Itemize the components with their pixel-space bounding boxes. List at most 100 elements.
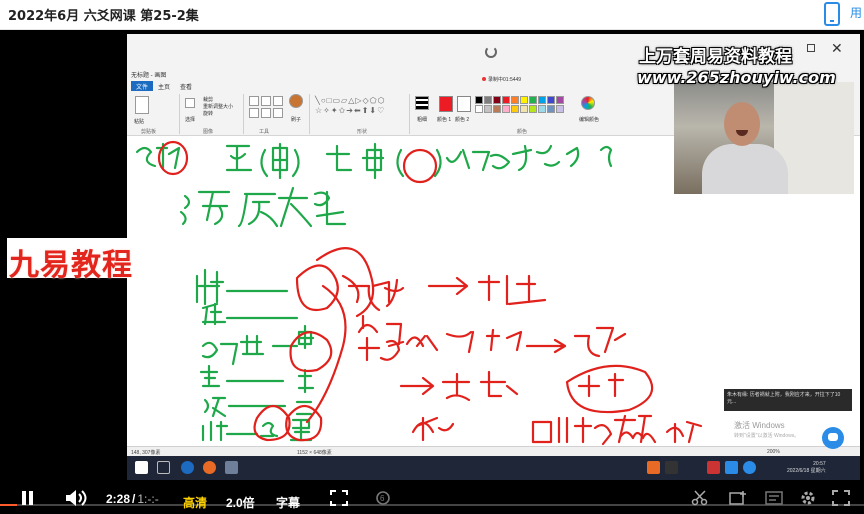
video-frame: ✕ 无标题 - 画图 录制中01:5449 文件 主页 查看 粘贴 剪贴板 选择… xyxy=(127,34,860,480)
paste-label: 粘贴 xyxy=(134,119,145,125)
color-swatch xyxy=(502,96,510,104)
start-icon xyxy=(135,461,148,474)
color-picker-icon xyxy=(261,108,271,118)
green-glyph xyxy=(225,368,315,394)
volume-icon[interactable] xyxy=(64,489,88,507)
danmaku-icon[interactable] xyxy=(765,490,783,506)
green-glyph xyxy=(445,144,580,172)
green-glyph xyxy=(195,268,225,306)
color-swatch xyxy=(529,96,537,104)
color-swatch xyxy=(511,105,519,113)
replay-icon[interactable]: 6 xyxy=(374,490,392,506)
paste-icon xyxy=(135,96,149,114)
ime-icon xyxy=(665,461,678,474)
color-swatch xyxy=(556,96,564,104)
red-glyph xyxy=(665,420,703,444)
group-divider xyxy=(243,94,244,134)
edit-colors-label: 编辑颜色 xyxy=(579,117,600,123)
magnifier-icon xyxy=(273,108,283,118)
taskbar-clock: 20:57 2022/6/18 星期六 xyxy=(787,461,826,474)
tray-icon xyxy=(743,461,756,474)
green-glyph xyxy=(259,421,279,438)
color-swatch xyxy=(547,105,555,113)
time-separator: / xyxy=(132,492,136,506)
green-glyph xyxy=(199,364,221,388)
green-glyph xyxy=(201,334,299,366)
color1-label: 颜色 1 xyxy=(437,117,452,123)
brush-label: 刷子 xyxy=(291,117,302,123)
select-icon xyxy=(185,98,195,108)
text-icon xyxy=(273,96,283,106)
red-circle-annotation xyxy=(565,364,654,414)
fullscreen-icon[interactable] xyxy=(832,490,850,506)
close-icon: ✕ xyxy=(831,40,843,56)
red-handwriting xyxy=(157,140,703,446)
color-swatch xyxy=(493,96,501,104)
green-glyph xyxy=(599,145,613,168)
group-colors: 颜色 xyxy=(517,129,528,135)
brush-icon xyxy=(289,94,303,108)
color-swatch xyxy=(538,96,546,104)
green-glyph xyxy=(225,144,253,172)
color-swatch xyxy=(511,96,519,104)
green-glyph xyxy=(325,142,385,180)
color-swatch xyxy=(529,105,537,113)
browser-icon xyxy=(181,461,194,474)
watermark-url: www.265zhouyiw.com xyxy=(637,68,836,87)
color-palette xyxy=(475,96,564,113)
green-glyph xyxy=(203,396,227,418)
pause-icon[interactable] xyxy=(21,491,35,505)
time-display: 2:28/1:-:- xyxy=(106,492,159,506)
resize-label: 重新调整大小 xyxy=(203,104,234,110)
windows-taskbar: 20:57 2022/6/18 星期六 xyxy=(127,456,860,480)
speed-button[interactable]: 2.0倍 xyxy=(226,494,255,511)
partial-text: 用 xyxy=(850,6,863,20)
brand-banner-text: 九易教程 xyxy=(9,248,133,283)
color-swatch xyxy=(475,96,483,104)
fullscreen-frame-icon[interactable] xyxy=(330,490,348,506)
green-glyph xyxy=(313,190,347,226)
green-glyph xyxy=(277,186,313,228)
video-player[interactable]: ✕ 无标题 - 画图 录制中01:5449 文件 主页 查看 粘贴 剪贴板 选择… xyxy=(0,30,864,514)
window-title-bar: 2022年6月 六爻网课 第25-2集 用 xyxy=(0,0,864,30)
tab-view: 查看 xyxy=(180,85,193,91)
color-swatch xyxy=(547,96,555,104)
recording-indicator: 录制中01:5449 xyxy=(482,76,521,83)
add-to-list-icon[interactable] xyxy=(729,490,747,506)
subtitle-button[interactable]: 字幕 xyxy=(276,494,300,511)
shapes-gallery-row2: ☆✧✦✩➔⬅⬆⬇♡ xyxy=(315,106,386,115)
scissors-icon[interactable] xyxy=(691,490,709,506)
color2-label: 颜色 2 xyxy=(455,117,470,123)
size-icon xyxy=(415,96,429,110)
red-arc xyxy=(315,247,375,318)
cursor-position: 148, 307像素 xyxy=(131,450,161,456)
color2-swatch xyxy=(457,96,471,112)
tray-icon xyxy=(725,461,738,474)
settings-icon[interactable] xyxy=(799,490,817,506)
red-glyph xyxy=(531,414,653,446)
pencil-icon xyxy=(249,96,259,106)
canvas-size: 1152 × 648像素 xyxy=(297,450,332,456)
activate-windows-subtitle: 转到"设置"以激活 Windows。 xyxy=(734,433,800,439)
loading-spinner-icon xyxy=(485,46,497,58)
group-image: 图像 xyxy=(203,129,214,135)
crop-label: 裁剪 xyxy=(203,97,214,103)
color-swatch xyxy=(520,96,528,104)
shapes-gallery: ╲○□▭▱△▷◇⬠⬡ xyxy=(315,96,386,105)
edit-colors-icon xyxy=(581,96,595,110)
red-circle-annotation xyxy=(402,148,438,184)
red-circle-annotation xyxy=(295,264,339,311)
notification-toast: 朱木有缘: 历者祸就上附，我刚应才来，开拉下了10元... xyxy=(724,389,852,411)
color-swatch xyxy=(493,105,501,113)
red-glyph xyxy=(411,416,455,442)
paint-tabs: 文件 主页 查看 xyxy=(131,81,197,91)
duration: 1:-:- xyxy=(137,492,159,506)
activate-windows-title: 激活 Windows xyxy=(734,421,785,430)
chat-button-icon[interactable] xyxy=(822,427,844,449)
app-icon xyxy=(203,461,216,474)
record-dot-icon xyxy=(482,77,486,81)
red-glyph xyxy=(427,274,547,306)
webcam-person-body xyxy=(702,144,788,194)
phone-icon[interactable] xyxy=(824,2,840,26)
quality-button[interactable]: 高清 xyxy=(183,494,207,511)
